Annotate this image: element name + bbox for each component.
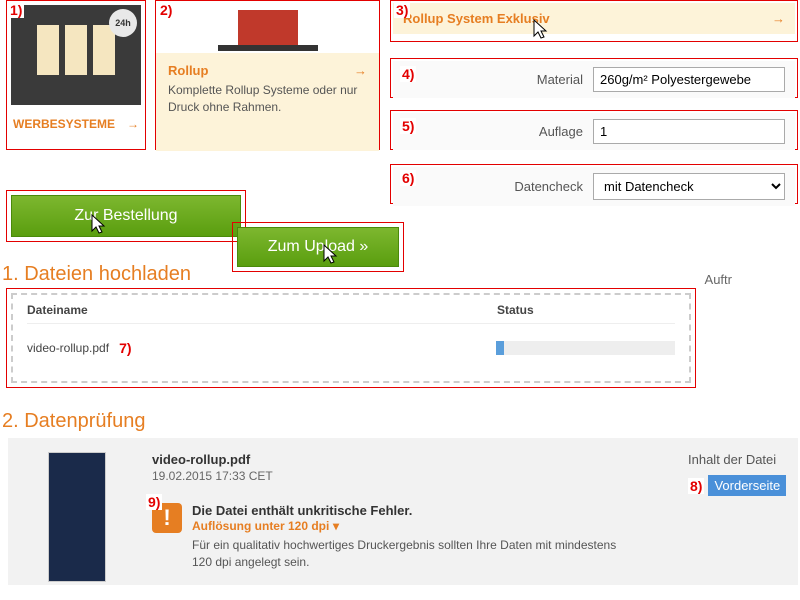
- marker-6: 6): [400, 170, 416, 186]
- check-panel: video-rollup.pdf 19.02.2015 17:33 CET 9)…: [8, 438, 798, 585]
- content-label: Inhalt der Datei: [688, 452, 798, 467]
- auflage-input[interactable]: [593, 119, 785, 144]
- marker-9: 9): [146, 494, 162, 510]
- upload-button[interactable]: Zum Upload »: [237, 227, 399, 267]
- tile-rollup[interactable]: Rollup → Komplette Rollup Systeme oder n…: [155, 0, 380, 150]
- marker-2: 2): [158, 2, 174, 18]
- row-datencheck: Datencheck mit Datencheck: [390, 164, 798, 204]
- upload-button-wrap: Zum Upload »: [232, 222, 404, 272]
- variant-bar[interactable]: Rollup System Exklusiv →: [390, 0, 798, 42]
- marker-7: 7): [117, 340, 133, 356]
- auflage-label: Auflage: [403, 124, 583, 139]
- warning-desc: Für ein qualitativ hochwertiges Druckerg…: [192, 537, 622, 571]
- arrow-right-icon: →: [127, 117, 139, 131]
- material-label: Material: [403, 72, 583, 87]
- chevron-down-icon[interactable]: ▾: [333, 519, 339, 533]
- tile-title: Rollup: [168, 63, 208, 78]
- row-material: Material: [390, 58, 798, 98]
- marker-3: 3): [394, 2, 410, 18]
- marker-1: 1): [8, 2, 24, 18]
- order-button[interactable]: Zur Bestellung: [11, 195, 241, 237]
- preview-thumbnail[interactable]: [48, 452, 106, 582]
- datencheck-select[interactable]: mit Datencheck: [593, 173, 785, 200]
- file-name: video-rollup.pdf: [27, 341, 109, 355]
- material-input[interactable]: [593, 67, 785, 92]
- row-auflage: Auflage: [390, 110, 798, 150]
- variant-title: Rollup System Exklusiv: [403, 11, 550, 26]
- tile-desc: Komplette Rollup Systeme oder nur Druck …: [168, 82, 367, 116]
- section-upload-title: 1. Dateien hochladen: [2, 263, 191, 286]
- datencheck-label: Datencheck: [403, 179, 583, 194]
- tile-label: WERBESYSTEME: [13, 117, 115, 131]
- warning-link[interactable]: Auflösung unter 120 dpi: [192, 519, 329, 533]
- upload-area[interactable]: Dateiname Status video-rollup.pdf 7): [6, 288, 696, 388]
- col-status: Status: [497, 303, 534, 317]
- marker-4: 4): [400, 66, 416, 82]
- marker-5: 5): [400, 118, 416, 134]
- side-selected[interactable]: Vorderseite: [708, 475, 786, 496]
- marker-8: 8): [688, 478, 704, 494]
- arrow-right-icon: →: [772, 11, 785, 26]
- progress-bar: [496, 341, 675, 355]
- col-filename: Dateiname: [27, 303, 497, 317]
- badge-24h-icon: 24h: [109, 9, 137, 37]
- arrow-right-icon: →: [354, 63, 367, 78]
- cursor-icon: [530, 18, 550, 42]
- tile-werbesysteme[interactable]: 24h WERBESYSTEME →: [6, 0, 146, 150]
- file-row: video-rollup.pdf 7): [27, 323, 675, 356]
- section-check-title: 2. Datenprüfung: [2, 410, 145, 433]
- cursor-icon: [320, 243, 340, 267]
- auftr-label: Auftr: [705, 272, 732, 287]
- warning-title: Die Datei enthält unkritische Fehler.: [192, 503, 622, 518]
- order-button-wrap: Zur Bestellung: [6, 190, 246, 242]
- tile-graphic: 24h: [11, 5, 141, 105]
- product-image: [186, 3, 349, 51]
- cursor-icon: [88, 213, 108, 237]
